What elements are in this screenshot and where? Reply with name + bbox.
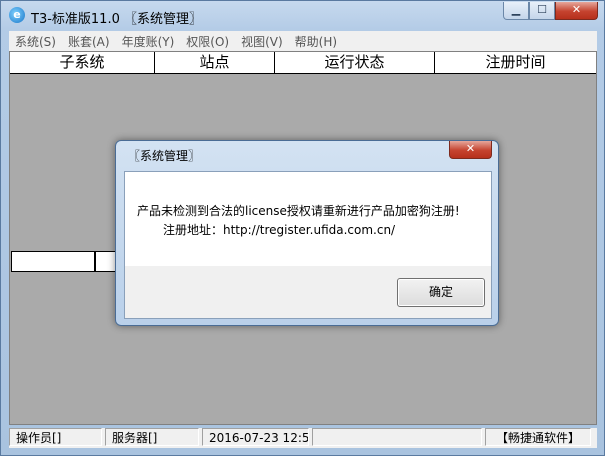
grid-lower-row [11, 251, 117, 272]
status-server: 服务器[] [105, 428, 199, 446]
column-status[interactable]: 运行状态 [275, 52, 435, 73]
menu-annual-account[interactable]: 年度账(Y) [116, 33, 181, 50]
license-dialog: 〖系统管理〗 ✕ 产品未检测到合法的license授权请重新进行产品加密狗注册!… [115, 140, 499, 326]
register-address: 注册地址：http://tregister.ufida.com.cn/ [163, 223, 396, 237]
dialog-close-button[interactable]: ✕ [449, 141, 492, 159]
grid-header: 子系统 站点 运行状态 注册时间 [10, 52, 596, 74]
column-register-time[interactable]: 注册时间 [435, 52, 596, 73]
status-brand: 【畅捷通软件】 [485, 428, 591, 446]
menu-bar: 系统(S) 账套(A) 年度账(Y) 权限(O) 视图(V) 帮助(H) [9, 31, 597, 51]
menu-help[interactable]: 帮助(H) [289, 33, 343, 50]
dialog-title: 〖系统管理〗 [128, 149, 201, 163]
menu-view[interactable]: 视图(V) [235, 33, 289, 50]
maximize-button[interactable]: ☐ [529, 2, 555, 20]
minimize-button[interactable]: ▁ [503, 2, 529, 20]
status-empty [312, 428, 482, 446]
status-bar: 操作员[] 服务器[] 2016-07-23 12:54 【畅捷通软件】 [9, 428, 597, 448]
grid-cell[interactable] [11, 251, 95, 272]
window-controls: ▁ ☐ ✕ [503, 2, 598, 20]
column-site[interactable]: 站点 [155, 52, 275, 73]
status-operator: 操作员[] [9, 428, 102, 446]
window-title: T3-标准版11.0 〖系统管理〗 [31, 12, 202, 27]
menu-system[interactable]: 系统(S) [9, 33, 62, 50]
message-panel: 产品未检测到合法的license授权请重新进行产品加密狗注册! 注册地址：htt… [125, 172, 491, 266]
title-bar[interactable]: e T3-标准版11.0 〖系统管理〗 ▁ ☐ ✕ [1, 1, 604, 31]
menu-permission[interactable]: 权限(O) [180, 33, 235, 50]
menu-account[interactable]: 账套(A) [62, 33, 116, 50]
license-message: 产品未检测到合法的license授权请重新进行产品加密狗注册! [137, 204, 460, 218]
column-subsystem[interactable]: 子系统 [10, 52, 155, 73]
main-window: e T3-标准版11.0 〖系统管理〗 ▁ ☐ ✕ 系统(S) 账套(A) 年度… [0, 0, 605, 456]
status-datetime: 2016-07-23 12:54 [202, 428, 309, 446]
grid-cell[interactable] [95, 251, 117, 272]
dialog-body: 产品未检测到合法的license授权请重新进行产品加密狗注册! 注册地址：htt… [124, 171, 492, 319]
app-logo-icon: e [9, 7, 25, 23]
ok-button[interactable]: 确定 [397, 278, 485, 307]
close-button[interactable]: ✕ [555, 2, 598, 20]
